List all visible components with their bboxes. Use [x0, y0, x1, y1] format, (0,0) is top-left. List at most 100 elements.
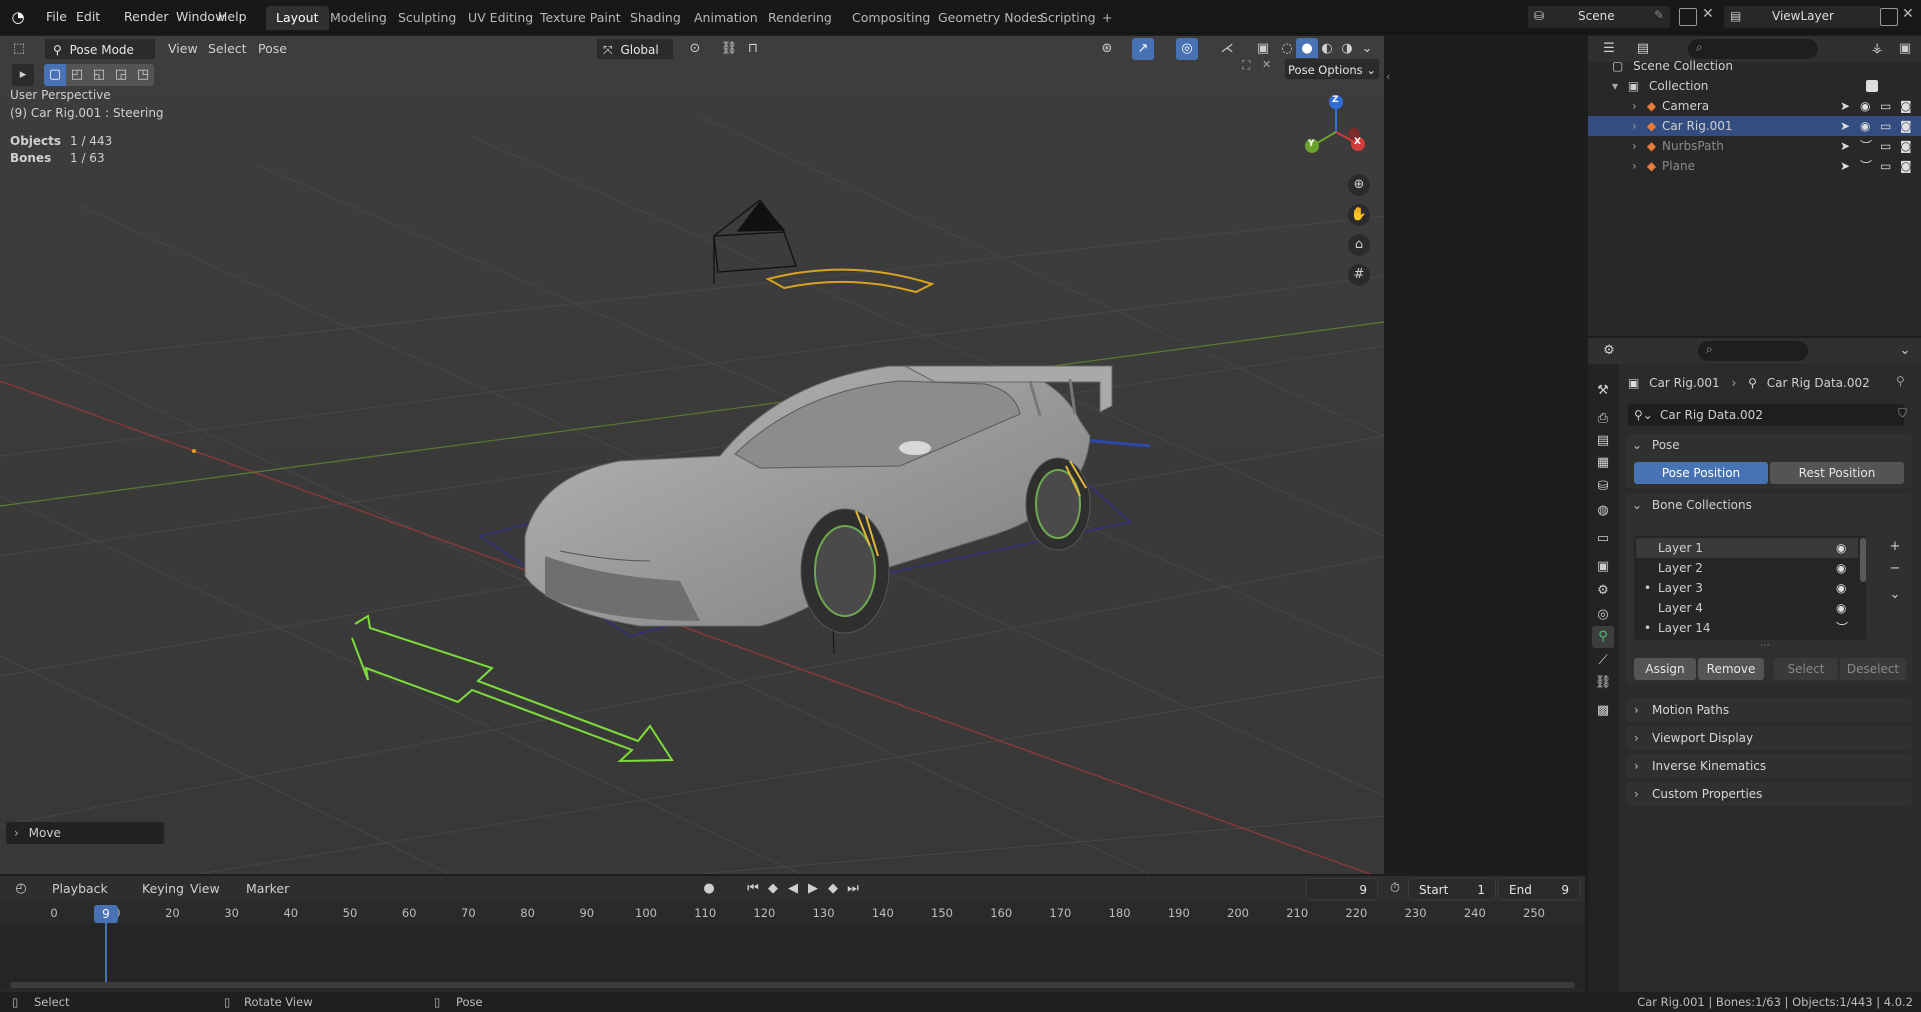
- view-layer-tab-icon[interactable]: ▦: [1592, 452, 1614, 474]
- new-collection-icon[interactable]: ▣: [1894, 38, 1916, 60]
- playhead-marker[interactable]: 9: [94, 905, 118, 923]
- pivot-icon[interactable]: ⊙: [684, 38, 706, 60]
- section-inverse-kinematics[interactable]: › Inverse Kinematics: [1626, 754, 1912, 778]
- scene-collection-row[interactable]: ▢ Scene Collection: [1612, 56, 1733, 76]
- assign-button[interactable]: Assign: [1634, 658, 1696, 680]
- editor-type-icon[interactable]: ⬚: [8, 38, 30, 60]
- render-tab-icon[interactable]: ⎙: [1592, 408, 1614, 430]
- new-scene-icon[interactable]: [1679, 8, 1697, 26]
- viewport-sidebar-toggle-icon[interactable]: ‹: [1386, 70, 1390, 83]
- object-tab-icon[interactable]: ▣: [1592, 556, 1614, 578]
- viewport-menu-view[interactable]: View: [168, 37, 198, 61]
- selectable-icon[interactable]: ➤: [1840, 96, 1850, 116]
- wireframe-shading-icon[interactable]: ◌: [1276, 38, 1298, 60]
- render-camera-icon[interactable]: ◙: [1900, 156, 1912, 176]
- 3d-viewport[interactable]: ⬚ ⚲ Pose Mode View Select Pose ⤧ Global …: [0, 36, 1384, 874]
- timeline-editor-icon[interactable]: ◴: [10, 878, 32, 900]
- remove-viewlayer-icon[interactable]: ✕: [1902, 6, 1914, 22]
- select-subtract-icon[interactable]: ◱: [88, 64, 110, 86]
- breadcrumb-object[interactable]: Car Rig.001: [1649, 376, 1720, 390]
- timeline-menu-playback[interactable]: Playback: [52, 877, 108, 901]
- pose-section-header[interactable]: ⌄ Pose: [1632, 438, 1680, 452]
- selectable-icon[interactable]: ➤: [1840, 136, 1850, 156]
- bone-overlay-icon[interactable]: ⋌: [1216, 38, 1238, 60]
- section-viewport-display[interactable]: › Viewport Display: [1626, 726, 1912, 750]
- xray-icon[interactable]: ▣: [1252, 38, 1274, 60]
- visibility-eye-icon[interactable]: ︶: [1836, 618, 1848, 638]
- outliner-item[interactable]: › ◆ Camera ➤ ◉ ▭ ◙: [1588, 96, 1921, 116]
- fake-user-icon[interactable]: ⛉: [1898, 406, 1907, 421]
- new-viewlayer-icon[interactable]: [1880, 8, 1898, 26]
- section-custom-properties[interactable]: › Custom Properties: [1626, 782, 1912, 806]
- pin-icon[interactable]: ⚲: [1896, 374, 1905, 388]
- jump-end-icon[interactable]: ⏭: [842, 878, 864, 900]
- start-frame-field[interactable]: Start 1: [1408, 878, 1496, 900]
- pin-icon[interactable]: ✎: [1654, 8, 1664, 22]
- remove-button[interactable]: Remove: [1698, 658, 1764, 680]
- bone-collection-item[interactable]: • Layer 3 ◉: [1636, 578, 1858, 598]
- render-camera-icon[interactable]: ◙: [1900, 116, 1912, 136]
- breadcrumb-data[interactable]: Car Rig Data.002: [1767, 376, 1870, 390]
- play-icon[interactable]: ▶: [802, 878, 824, 900]
- blender-logo-icon[interactable]: ◔: [8, 7, 28, 27]
- outliner-item[interactable]: › ◆ NurbsPath ➤ ︶ ▭ ◙: [1588, 136, 1921, 156]
- expand-arrow-icon[interactable]: ›: [1632, 139, 1637, 153]
- expand-arrow-icon[interactable]: ›: [1632, 99, 1637, 113]
- workspace-tab-texture-paint[interactable]: Texture Paint: [530, 6, 631, 30]
- bone-tab-icon[interactable]: ⟋: [1592, 650, 1614, 672]
- overlay-toggle-icon[interactable]: ◎: [1176, 38, 1198, 60]
- gizmo-toggle-icon[interactable]: ↗: [1132, 38, 1154, 60]
- pan-hand-icon[interactable]: ✋: [1348, 204, 1370, 226]
- keyframe-area[interactable]: [0, 924, 1585, 988]
- timeline-menu-keying[interactable]: Keying: [142, 877, 184, 901]
- viewport-menu-pose[interactable]: Pose: [258, 37, 287, 61]
- scene-tab-icon[interactable]: ⛁: [1592, 476, 1614, 498]
- camera-view-icon[interactable]: ⌂: [1348, 234, 1370, 256]
- rest-position-button[interactable]: Rest Position: [1770, 462, 1904, 484]
- texture-tab-icon[interactable]: ▩: [1592, 700, 1614, 722]
- render-camera-icon[interactable]: ◙: [1900, 96, 1912, 116]
- viewlayer-selector[interactable]: ▤ ViewLayer: [1724, 6, 1880, 28]
- render-camera-icon[interactable]: ◙: [1900, 136, 1912, 156]
- armature-data-tab-icon[interactable]: ⚲: [1592, 626, 1614, 648]
- menu-help[interactable]: Help: [210, 6, 255, 28]
- datablock-selector[interactable]: ⚲⌄ Car Rig Data.002: [1628, 404, 1904, 426]
- visibility-eye-icon[interactable]: ◉: [1836, 578, 1846, 598]
- select-tool-icon[interactable]: ▸: [12, 64, 34, 86]
- bone-collection-item[interactable]: Layer 4 ◉: [1636, 598, 1858, 618]
- workspace-tab-animation[interactable]: Animation: [684, 6, 768, 30]
- visibility-eye-icon[interactable]: ︶: [1860, 136, 1872, 156]
- viewport-display-icon[interactable]: ▭: [1880, 96, 1891, 116]
- add-workspace-button[interactable]: +: [1092, 6, 1122, 30]
- collection-row[interactable]: ▾ ▣ Collection: [1612, 76, 1912, 96]
- transform-orientation[interactable]: ⤧ Global: [596, 38, 674, 60]
- auto-key-icon[interactable]: ●: [698, 878, 720, 900]
- next-keyframe-icon[interactable]: ◆: [822, 878, 844, 900]
- navigation-gizmo[interactable]: Z X Y: [1300, 88, 1380, 180]
- workspace-tab-rendering[interactable]: Rendering: [758, 6, 842, 30]
- viewport-display-icon[interactable]: ▭: [1880, 116, 1891, 136]
- shading-dropdown-icon[interactable]: ⌄: [1356, 38, 1378, 60]
- section-motion-paths[interactable]: › Motion Paths: [1626, 698, 1912, 722]
- select-button[interactable]: Select: [1774, 658, 1838, 680]
- solid-shading-icon[interactable]: ●: [1296, 38, 1318, 60]
- viewport-display-icon[interactable]: ▭: [1880, 136, 1891, 156]
- world-tab-icon[interactable]: ◍: [1592, 500, 1614, 522]
- viewport-display-icon[interactable]: ▭: [1880, 156, 1891, 176]
- remove-collection-icon[interactable]: −: [1884, 558, 1906, 580]
- add-collection-icon[interactable]: +: [1884, 536, 1906, 558]
- physics-tab-icon[interactable]: ◎: [1592, 604, 1614, 626]
- mode-selector[interactable]: ⚲ Pose Mode: [44, 38, 156, 60]
- collection-tab-icon[interactable]: ▭: [1592, 528, 1614, 550]
- visibility-icon[interactable]: ⊛: [1096, 38, 1118, 60]
- current-frame-field[interactable]: 9: [1306, 878, 1378, 900]
- output-tab-icon[interactable]: ▤: [1592, 430, 1614, 452]
- filter-icon[interactable]: ⚶: [1866, 38, 1888, 60]
- collection-checkbox[interactable]: [1866, 80, 1878, 92]
- visibility-eye-icon[interactable]: ︶: [1860, 156, 1872, 176]
- pose-options-dropdown[interactable]: Pose Options ⌄: [1284, 58, 1380, 80]
- outliner-item[interactable]: › ◆ Plane ➤ ︶ ▭ ◙: [1588, 156, 1921, 176]
- visibility-eye-icon[interactable]: ◉: [1860, 96, 1870, 116]
- close-options-icon[interactable]: ✕: [1262, 58, 1271, 71]
- viewport-menu-select[interactable]: Select: [208, 37, 247, 61]
